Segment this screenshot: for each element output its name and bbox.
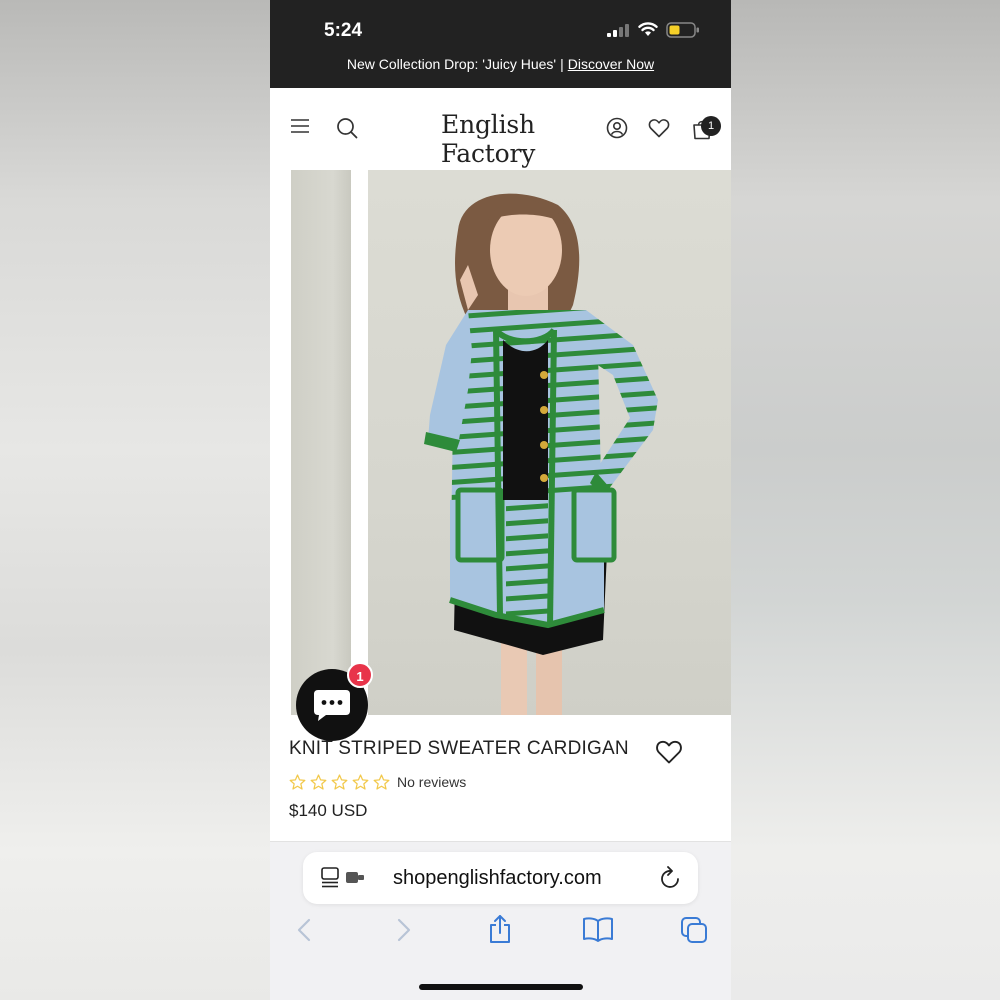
share-button[interactable] [488, 914, 512, 949]
announcement-separator: | [560, 56, 564, 72]
status-time: 5:24 [324, 20, 363, 41]
cart-count-badge: 1 [701, 116, 721, 136]
wishlist-heart-icon[interactable] [655, 739, 683, 765]
previous-product-image[interactable] [291, 170, 351, 715]
product-image[interactable] [368, 170, 731, 715]
product-title[interactable]: KNIT STRIPED SWEATER CARDIGAN [289, 738, 629, 760]
chevron-right-icon [397, 918, 411, 942]
bookmarks-button[interactable] [582, 916, 614, 947]
chevron-left-icon [297, 918, 311, 942]
reload-icon[interactable] [660, 866, 682, 890]
product-gallery[interactable] [270, 170, 731, 715]
chat-icon [314, 690, 350, 721]
rating-stars [289, 774, 390, 790]
wifi-icon [638, 22, 658, 36]
product-price: $140 USD [289, 801, 368, 820]
background-right [731, 0, 1000, 1000]
status-bar: 5:24 [270, 0, 731, 50]
star-icon [331, 774, 348, 790]
reviews-text[interactable]: No reviews [397, 774, 466, 790]
discover-now-link[interactable]: Discover Now [568, 56, 654, 72]
star-icon [310, 774, 327, 790]
star-icon [289, 774, 306, 790]
share-icon [490, 915, 510, 943]
forward-button[interactable] [397, 918, 411, 947]
tabs-icon [681, 917, 707, 943]
reader-icon[interactable] [321, 867, 367, 889]
announcement-text: New Collection Drop: 'Juicy Hues' [346, 56, 557, 72]
brand-logo[interactable]: English Factory [398, 110, 578, 168]
chat-badge: 1 [347, 662, 373, 688]
star-icon [352, 774, 369, 790]
product-photo [424, 193, 658, 715]
account-icon[interactable] [606, 117, 628, 139]
book-icon [583, 917, 613, 942]
announcement-bar: New Collection Drop: 'Juicy Hues' | Discov… [270, 50, 731, 88]
site-header: English Factory 1 [270, 88, 731, 170]
background-left [0, 0, 270, 1000]
url-text[interactable]: shopenglishfactory.com [393, 867, 602, 890]
battery-icon [666, 22, 699, 38]
star-icon [373, 774, 390, 790]
heart-icon[interactable] [648, 118, 670, 138]
tabs-button[interactable] [680, 916, 708, 949]
home-indicator[interactable] [419, 984, 583, 990]
search-icon[interactable] [336, 117, 358, 139]
signal-icon [607, 24, 629, 37]
browser-nav [270, 915, 731, 958]
menu-icon[interactable] [290, 118, 310, 134]
browser-toolbar: shopenglishfactory.com [270, 841, 731, 1000]
back-button[interactable] [297, 918, 311, 947]
address-bar[interactable]: shopenglishfactory.com [303, 852, 698, 904]
phone-screen: 5:24 New Collection Drop: 'Juicy Hues' | D… [270, 0, 731, 1000]
